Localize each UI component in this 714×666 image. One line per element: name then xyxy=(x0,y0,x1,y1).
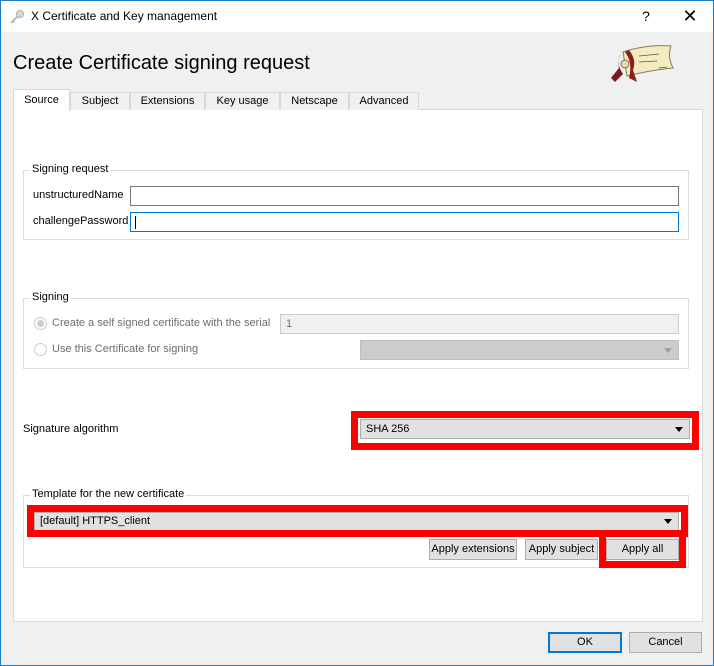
serial-input[interactable]: 1 xyxy=(280,314,679,334)
help-button[interactable]: ? xyxy=(623,1,669,32)
tab-netscape[interactable]: Netscape xyxy=(280,92,349,110)
text-caret xyxy=(135,216,136,229)
use-cert-radio[interactable] xyxy=(34,343,47,356)
close-button[interactable]: ✕ xyxy=(667,1,713,32)
template-group-label: Template for the new certificate xyxy=(30,488,187,500)
challenge-password-label: challengePassword xyxy=(33,215,129,227)
chevron-down-icon xyxy=(664,348,672,353)
unstructured-name-label: unstructuredName xyxy=(33,189,124,201)
page-title: Create Certificate signing request xyxy=(13,52,310,74)
cancel-button[interactable]: Cancel xyxy=(629,632,702,653)
apply-extensions-button[interactable]: Apply extensions xyxy=(429,539,517,560)
signing-cert-select[interactable] xyxy=(360,340,679,360)
apply-all-button[interactable]: Apply all xyxy=(606,539,679,560)
signature-algorithm-label: Signature algorithm xyxy=(23,423,119,435)
tab-source[interactable]: Source xyxy=(13,89,70,111)
use-cert-label: Use this Certificate for signing xyxy=(52,343,199,355)
unstructured-name-input[interactable] xyxy=(130,186,679,206)
signing-group-label: Signing xyxy=(30,291,71,303)
chevron-down-icon xyxy=(664,519,672,524)
signing-request-group-label: Signing request xyxy=(30,163,111,175)
challenge-password-input[interactable] xyxy=(130,212,679,232)
key-icon xyxy=(10,10,24,24)
title-bar[interactable]: X Certificate and Key management ? ✕ xyxy=(1,1,713,32)
self-signed-radio[interactable] xyxy=(34,317,47,330)
certificate-scroll-logo xyxy=(611,45,674,82)
template-select[interactable]: [default] HTTPS_client xyxy=(34,512,679,531)
chevron-down-icon xyxy=(675,427,683,432)
tab-extensions[interactable]: Extensions xyxy=(130,92,205,110)
tab-advanced[interactable]: Advanced xyxy=(349,92,419,110)
ok-button[interactable]: OK xyxy=(548,632,622,653)
window-title: X Certificate and Key management xyxy=(31,9,218,23)
signature-algorithm-select[interactable]: SHA 256 xyxy=(360,419,690,439)
tab-key-usage[interactable]: Key usage xyxy=(205,92,280,110)
dialog-window: X Certificate and Key management ? ✕ Cre… xyxy=(0,0,714,666)
tab-subject[interactable]: Subject xyxy=(70,92,130,110)
self-signed-label: Create a self signed certificate with th… xyxy=(52,317,271,329)
apply-subject-button[interactable]: Apply subject xyxy=(525,539,598,560)
